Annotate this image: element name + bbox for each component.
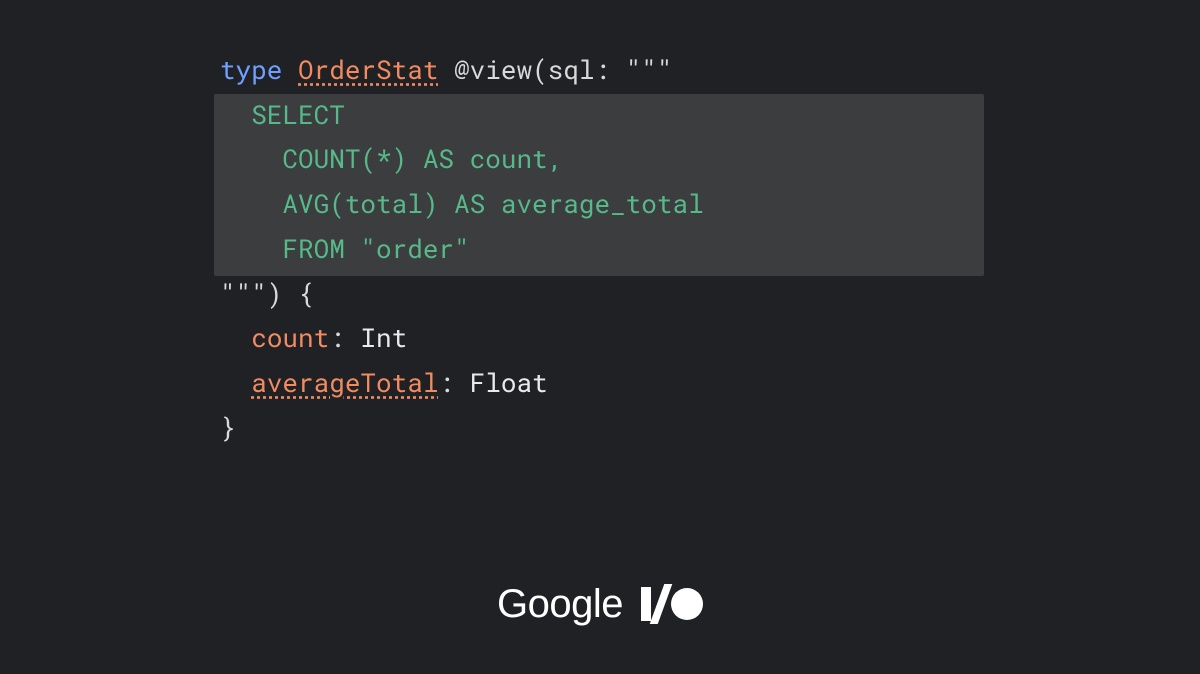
- google-wordmark: Google: [497, 570, 623, 639]
- io-mark: [641, 584, 703, 624]
- directive-rest: @view(sql: """: [438, 53, 672, 87]
- io-letter-o-icon: [671, 588, 703, 620]
- io-slash-icon: [650, 584, 673, 624]
- field-name-averagetotal: averageTotal: [251, 366, 438, 400]
- io-letter-i-icon: [641, 587, 651, 621]
- code-line-1: type OrderStat @view(sql: """: [220, 53, 673, 87]
- field-type-int: Int: [360, 321, 407, 355]
- code-line-close-brace: }: [220, 411, 236, 445]
- field-count-line: count: Int: [220, 321, 407, 355]
- field-type-float: Float: [470, 366, 548, 400]
- sql-line-avg: AVG(total) AS average_total: [220, 187, 704, 221]
- typename-orderstat: OrderStat: [298, 53, 438, 87]
- field-averagetotal-line: averageTotal: Float: [220, 366, 548, 400]
- field-name-count: count: [251, 321, 329, 355]
- google-io-logo: Google: [497, 582, 703, 626]
- sql-line-count: COUNT(*) AS count,: [220, 142, 563, 176]
- slide: type OrderStat @view(sql: """ SELECT COU…: [0, 0, 1200, 674]
- sql-line-from: FROM "order": [220, 232, 470, 266]
- code-line-close-string: """) {: [220, 277, 314, 311]
- sql-line-select: SELECT: [220, 98, 345, 132]
- keyword-type: type: [220, 53, 282, 87]
- code-block: type OrderStat @view(sql: """ SELECT COU…: [220, 48, 704, 450]
